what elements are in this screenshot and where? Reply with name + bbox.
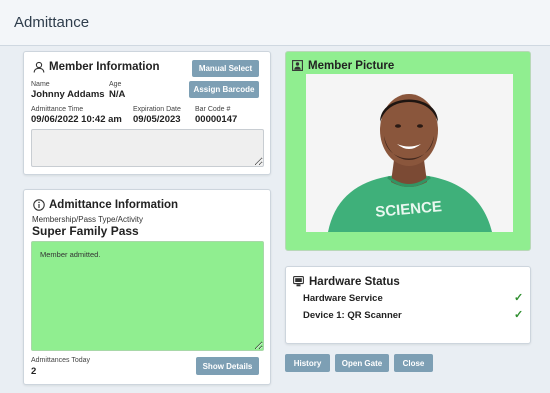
admittance-time-label: Admittance Time	[31, 106, 84, 113]
member-information-title: Member Information	[49, 60, 160, 73]
admittance-message-textarea[interactable]: Member admitted.	[31, 241, 264, 351]
open-gate-button[interactable]: Open Gate	[335, 354, 389, 372]
name-label: Name	[31, 81, 50, 88]
member-picture-panel: Member Picture SCIENCE	[285, 51, 531, 251]
member-information-panel: Member Information Manual Select Assign …	[23, 51, 271, 175]
hardware-status-title: Hardware Status	[309, 275, 400, 288]
admittances-today-label: Admittances Today	[31, 357, 91, 364]
qr-scanner-check-icon: ✓	[514, 309, 524, 321]
age-label: Age	[109, 81, 122, 88]
member-name: Johnny Addams	[31, 89, 105, 100]
member-notes-textarea[interactable]	[31, 129, 264, 167]
admittance-time: 09/06/2022 10:42 am	[31, 114, 122, 125]
pass-type-value: Super Family Pass	[32, 224, 139, 238]
hardware-icon	[292, 275, 305, 288]
hardware-service-check-icon: ✓	[514, 292, 524, 304]
member-information-heading: Member Information	[32, 60, 160, 73]
hardware-status-heading: Hardware Status	[292, 275, 400, 288]
admittances-today-count: 2	[31, 366, 37, 377]
pass-type-label: Membership/Pass Type/Activity	[32, 215, 144, 224]
history-button[interactable]: History	[285, 354, 330, 372]
admittance-information-title: Admittance Information	[49, 198, 179, 211]
admittance-information-heading: Admittance Information	[32, 198, 178, 211]
info-icon	[32, 198, 45, 211]
qr-scanner-label: Device 1: QR Scanner	[303, 310, 402, 321]
hardware-service-label: Hardware Service	[303, 293, 383, 304]
close-button[interactable]: Close	[394, 354, 433, 372]
member-photo: SCIENCE	[306, 74, 513, 232]
member-age: N/A	[109, 89, 126, 100]
member-picture-title: Member Picture	[308, 59, 395, 72]
admittance-information-panel: Admittance Information Membership/Pass T…	[23, 189, 271, 385]
user-icon	[32, 60, 45, 73]
hardware-status-panel: Hardware Status Hardware Service ✓ Devic…	[285, 266, 531, 344]
window-title: Admittance	[14, 14, 90, 31]
portrait-icon	[291, 59, 304, 72]
manual-select-button[interactable]: Manual Select	[192, 60, 259, 77]
bar-code: 00000147	[195, 114, 238, 125]
expiration-date: 09/05/2023	[133, 114, 181, 125]
show-details-button[interactable]: Show Details	[196, 357, 259, 375]
bar-code-label: Bar Code #	[195, 106, 231, 113]
assign-barcode-button[interactable]: Assign Barcode	[189, 81, 259, 98]
title-bar: Admittance	[0, 0, 550, 46]
member-picture-heading: Member Picture	[291, 59, 394, 72]
expiration-date-label: Expiration Date	[133, 106, 181, 113]
